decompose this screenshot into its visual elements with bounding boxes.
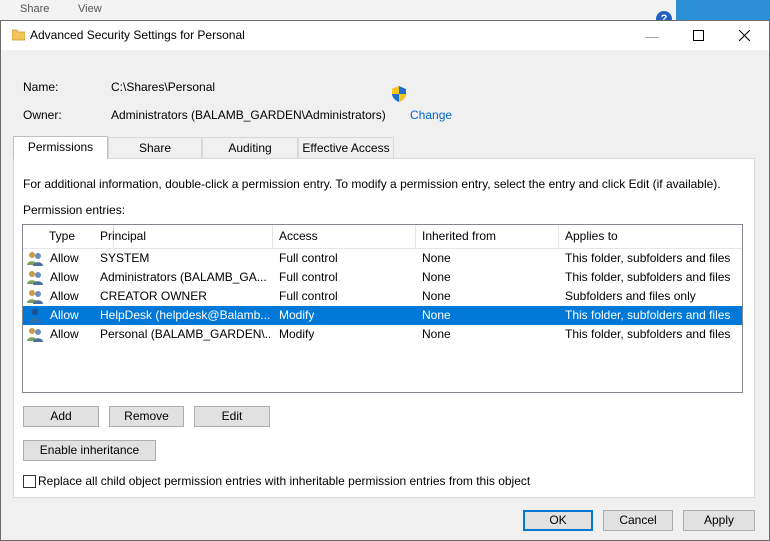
window-title: Advanced Security Settings for Personal — [30, 28, 245, 42]
row-principal: SYSTEM — [100, 251, 150, 265]
row-type: Allow — [50, 308, 79, 322]
row-inherited-from: None — [422, 289, 451, 303]
tab-permissions[interactable]: Permissions — [13, 136, 108, 159]
row-principal: Personal (BALAMB_GARDEN\... — [100, 327, 270, 341]
owner-value: Administrators (BALAMB_GARDEN\Administra… — [111, 108, 386, 122]
advanced-security-dialog: Advanced Security Settings for Personal … — [0, 20, 770, 541]
permission-row-system[interactable]: Allow SYSTEM Full control None This fold… — [23, 249, 742, 268]
group-icon — [27, 328, 43, 342]
uac-shield-icon — [392, 86, 406, 102]
enable-inheritance-button[interactable]: Enable inheritance — [23, 440, 156, 461]
row-type: Allow — [50, 270, 79, 284]
row-type: Allow — [50, 327, 79, 341]
maximize-icon — [692, 30, 704, 41]
column-header-applies-to[interactable]: Applies to — [559, 225, 742, 248]
permission-row-administrators[interactable]: Allow Administrators (BALAMB_GA... Full … — [23, 268, 742, 287]
user-icon — [29, 308, 41, 323]
list-header: Type Principal Access Inherited from App… — [23, 225, 742, 249]
minimize-button[interactable]: — — [629, 21, 675, 50]
name-label: Name: — [23, 80, 59, 94]
row-access: Full control — [279, 289, 338, 303]
maximize-button[interactable] — [675, 21, 721, 50]
column-header-principal[interactable]: Principal — [94, 225, 273, 248]
background-window-menubar: Share View — [0, 0, 676, 20]
name-value: C:\Shares\Personal — [111, 80, 216, 94]
help-text: For additional information, double-click… — [23, 177, 721, 191]
row-applies-to: Subfolders and files only — [565, 289, 696, 303]
change-owner-link[interactable]: Change — [410, 108, 452, 122]
row-inherited-from: None — [422, 308, 451, 322]
row-inherited-from: None — [422, 270, 451, 284]
permission-row-helpdesk[interactable]: Allow HelpDesk (helpdesk@Balamb... Modif… — [23, 306, 742, 325]
row-access: Full control — [279, 251, 338, 265]
owner-label: Owner: — [23, 108, 62, 122]
row-type: Allow — [50, 289, 79, 303]
ok-button[interactable]: OK — [523, 510, 593, 531]
row-inherited-from: None — [422, 251, 451, 265]
close-icon — [738, 30, 750, 41]
row-inherited-from: None — [422, 327, 451, 341]
minimize-icon: — — [645, 27, 659, 44]
row-applies-to: This folder, subfolders and files — [565, 308, 731, 322]
replace-child-permissions-label[interactable]: Replace all child object permission entr… — [38, 474, 530, 488]
title-bar[interactable]: Advanced Security Settings for Personal … — [1, 21, 769, 50]
row-principal: Administrators (BALAMB_GA... — [100, 270, 267, 284]
row-access: Modify — [279, 327, 315, 341]
group-icon — [27, 290, 43, 304]
close-button[interactable] — [721, 21, 767, 50]
tab-effective-access[interactable]: Effective Access — [298, 137, 394, 158]
row-principal: CREATOR OWNER — [100, 289, 207, 303]
apply-button[interactable]: Apply — [683, 510, 755, 531]
permission-entries-label: Permission entries: — [23, 203, 126, 217]
row-principal: HelpDesk (helpdesk@Balamb... — [100, 308, 270, 322]
remove-button[interactable]: Remove — [109, 406, 184, 427]
row-type: Allow — [50, 251, 79, 265]
tab-share[interactable]: Share — [108, 137, 202, 158]
replace-child-permissions-checkbox[interactable] — [23, 475, 36, 488]
background-menu-view: View — [78, 3, 102, 15]
row-applies-to: This folder, subfolders and files — [565, 327, 731, 341]
permission-row-personal[interactable]: Allow Personal (BALAMB_GARDEN\... Modify… — [23, 325, 742, 344]
permission-entries-list[interactable]: Type Principal Access Inherited from App… — [22, 224, 743, 393]
row-access: Modify — [279, 308, 315, 322]
column-header-inherited-from[interactable]: Inherited from — [416, 225, 559, 248]
group-icon — [27, 271, 43, 285]
edit-button[interactable]: Edit — [194, 406, 270, 427]
row-access: Full control — [279, 270, 338, 284]
group-icon — [27, 252, 43, 266]
permission-row-creator-owner[interactable]: Allow CREATOR OWNER Full control None Su… — [23, 287, 742, 306]
cancel-button[interactable]: Cancel — [603, 510, 673, 531]
add-button[interactable]: Add — [23, 406, 99, 427]
tab-auditing[interactable]: Auditing — [202, 137, 298, 158]
row-applies-to: This folder, subfolders and files — [565, 251, 731, 265]
column-header-access[interactable]: Access — [273, 225, 416, 248]
row-applies-to: This folder, subfolders and files — [565, 270, 731, 284]
background-menu-share: Share — [20, 3, 50, 15]
folder-icon — [12, 29, 25, 41]
